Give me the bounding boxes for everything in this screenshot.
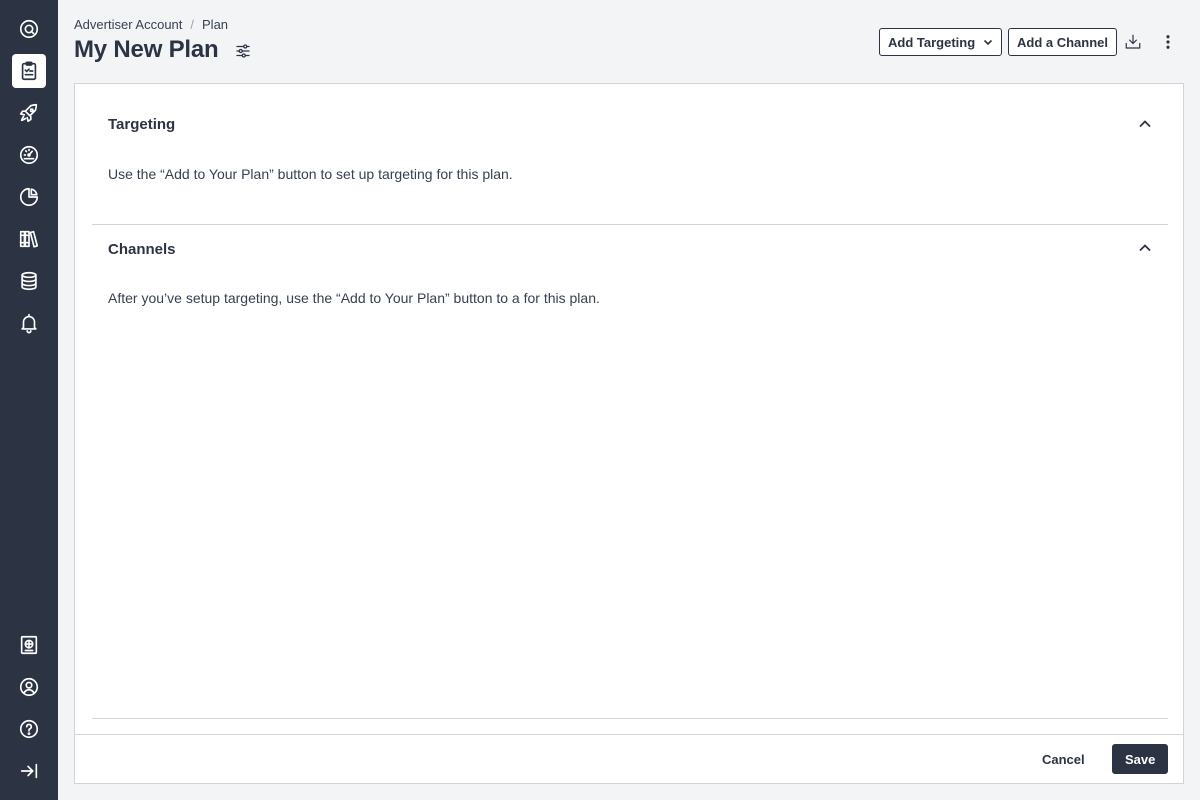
cancel-button[interactable]: Cancel — [1030, 744, 1097, 774]
download-icon[interactable] — [1121, 30, 1145, 54]
help-circle-icon[interactable] — [12, 712, 46, 746]
targeting-section-title: Targeting — [108, 116, 176, 133]
breadcrumb-item-advertiser-account[interactable]: Advertiser Account — [74, 17, 182, 32]
panel-footer: Cancel Save — [75, 734, 1183, 783]
add-targeting-button[interactable]: Add Targeting — [879, 28, 1003, 56]
logo-q-icon[interactable] — [12, 12, 46, 46]
add-channel-button[interactable]: Add a Channel — [1008, 28, 1118, 56]
sliders-icon[interactable] — [232, 40, 254, 62]
more-vertical-icon[interactable] — [1156, 30, 1180, 54]
user-circle-icon[interactable] — [12, 670, 46, 704]
chevron-down-icon — [984, 39, 993, 46]
channels-section-text: After you’ve setup targeting, use the “A… — [108, 290, 600, 306]
library-icon[interactable] — [12, 222, 46, 256]
rocket-icon[interactable] — [12, 96, 46, 130]
newspaper-icon[interactable] — [12, 628, 46, 662]
targeting-collapse-chevron-up-icon[interactable] — [1135, 114, 1155, 134]
gauge-icon[interactable] — [12, 138, 46, 172]
channels-collapse-chevron-up-icon[interactable] — [1135, 238, 1155, 258]
save-button[interactable]: Save — [1112, 744, 1169, 774]
plan-panel: Targeting Use the “Add to Your Plan” but… — [74, 83, 1184, 784]
breadcrumb-item-plan: Plan — [202, 17, 229, 32]
page-title: My New Plan — [74, 36, 219, 63]
main-content: Advertiser Account / Plan My New Plan Ad… — [58, 0, 1200, 800]
clipboard-icon[interactable] — [12, 54, 46, 88]
breadcrumb: Advertiser Account / Plan — [74, 17, 228, 32]
add-channel-label: Add a Channel — [1017, 34, 1109, 50]
targeting-section-text: Use the “Add to Your Plan” button to set… — [108, 166, 513, 182]
sidebar — [0, 0, 58, 800]
pie-chart-icon[interactable] — [12, 180, 46, 214]
section-divider — [92, 224, 1168, 225]
database-icon[interactable] — [12, 264, 46, 298]
bell-icon[interactable] — [12, 306, 46, 340]
section-divider-bottom — [92, 718, 1168, 719]
expand-sidebar-icon[interactable] — [12, 754, 46, 788]
channels-section-title: Channels — [108, 241, 176, 258]
breadcrumb-separator: / — [190, 17, 195, 32]
add-targeting-label: Add Targeting — [888, 34, 976, 50]
